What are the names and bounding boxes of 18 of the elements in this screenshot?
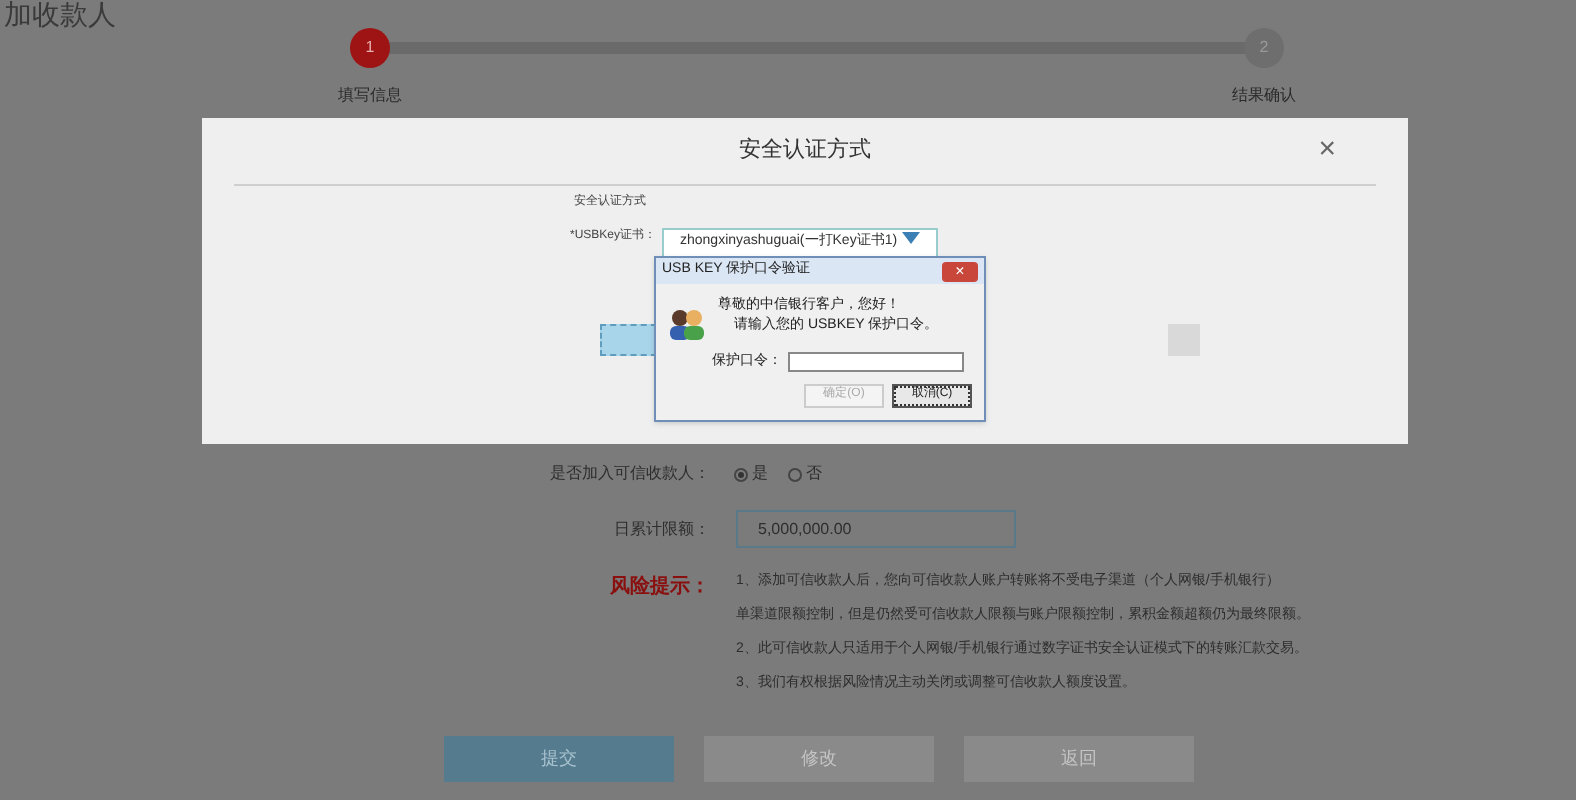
modal-title: 安全认证方式 [739,135,871,167]
close-button[interactable]: × [942,261,978,281]
page-title: 加收款人 [4,0,116,30]
step-label: 填写信息 [338,84,402,108]
close-button[interactable]: × [1318,134,1336,166]
risk-label: 风险提示： [608,573,710,602]
radio-option[interactable]: 是 [734,462,768,486]
step-label: 结果确认 [1232,84,1296,108]
users-icon [666,306,706,342]
field-label: 日累计限额： [612,517,710,541]
password-field[interactable] [788,352,964,373]
action-button[interactable]: 修改 [704,736,934,782]
radio-option[interactable]: 否 [788,462,822,486]
dropdown-arrow-icon [902,232,920,244]
action-button[interactable]: 提交 [444,736,674,782]
action-button[interactable]: 返回 [964,736,1194,782]
limit-field[interactable]: 5,000,000.00 [736,510,1016,548]
field-label: 是否加入可信收款人： [548,462,710,486]
